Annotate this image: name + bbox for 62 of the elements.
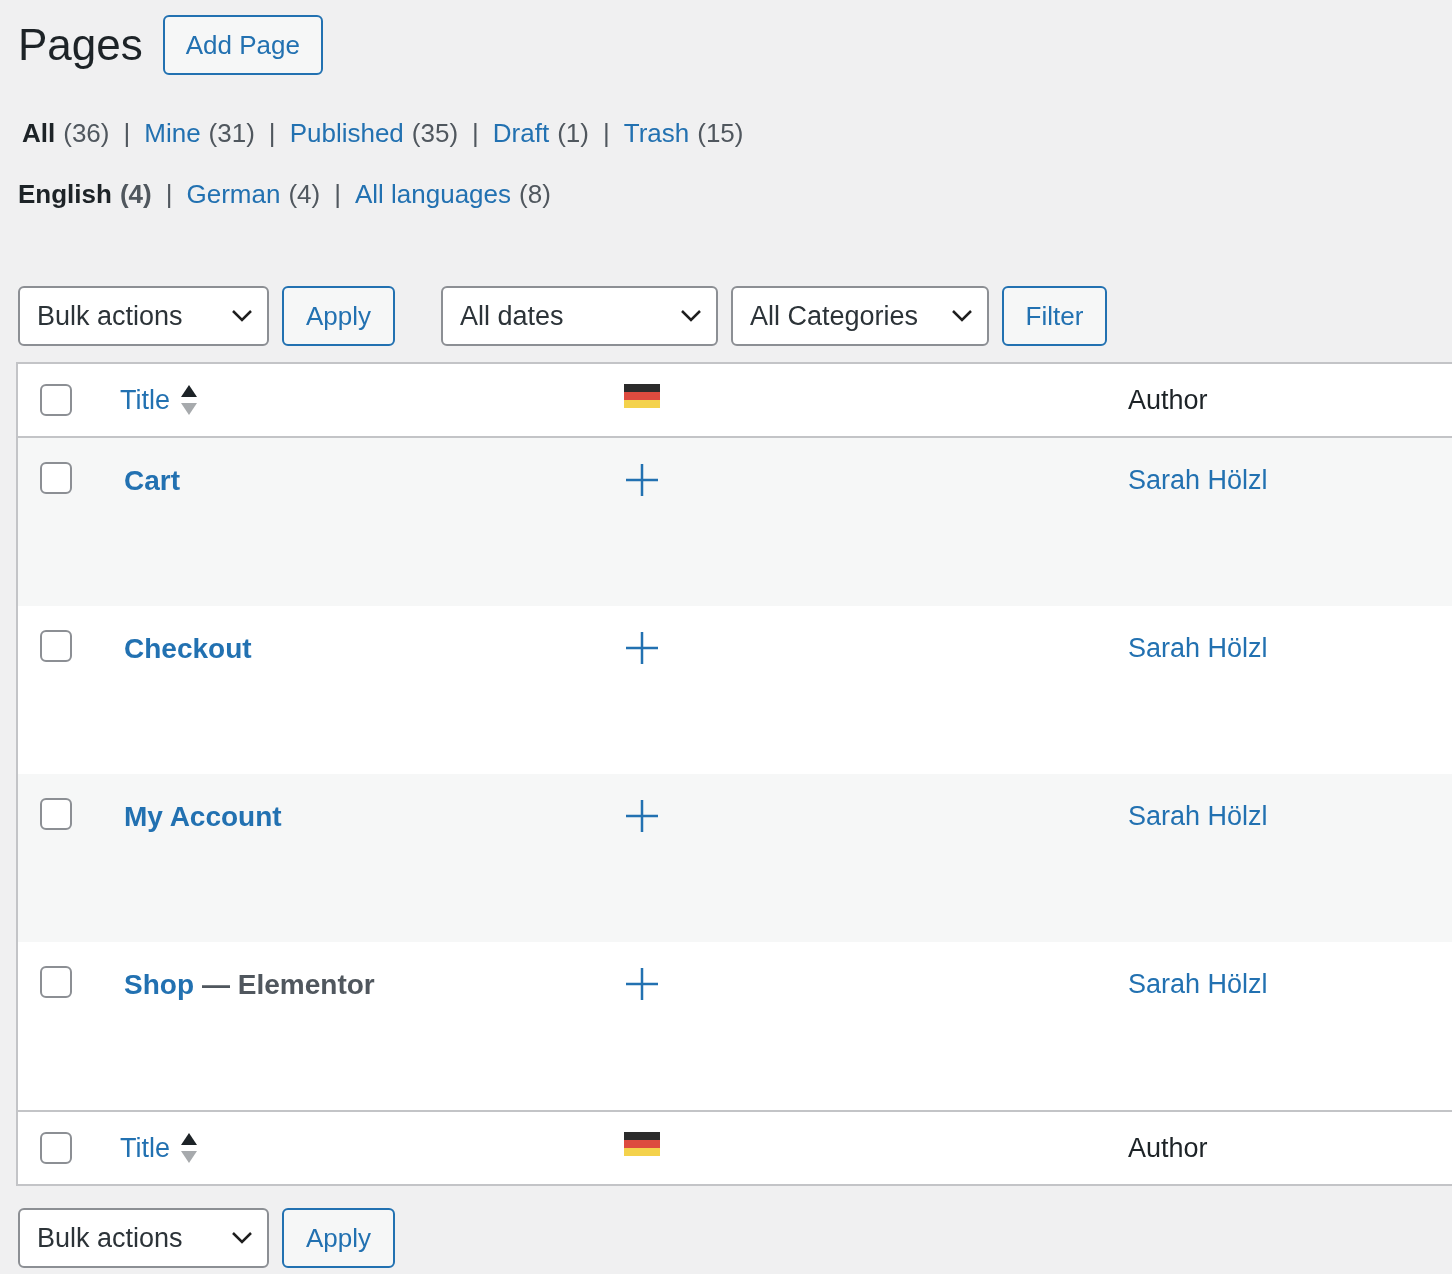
author-link[interactable]: Sarah Hölzl xyxy=(1128,628,1268,669)
filter-count: (35) xyxy=(411,117,459,150)
filter-link[interactable]: English xyxy=(18,175,112,214)
checkbox[interactable] xyxy=(40,462,72,494)
apply-button[interactable]: Apply xyxy=(282,286,395,346)
column-header-link[interactable]: Title xyxy=(120,379,170,421)
plus-icon[interactable] xyxy=(624,798,660,834)
filter-count: (31) xyxy=(208,117,255,150)
filter-count: (1) xyxy=(557,117,589,150)
filter-link[interactable]: Draft xyxy=(492,114,550,153)
dropdown-select[interactable]: Bulk actions xyxy=(18,1208,269,1268)
author-link[interactable]: Sarah Hölzl xyxy=(1128,964,1268,1005)
column-header: Author xyxy=(1128,1131,1208,1165)
sort-arrows-icon xyxy=(180,1133,198,1163)
column-header: Author xyxy=(1128,383,1208,417)
filter-count: (36) xyxy=(63,117,110,150)
plus-icon[interactable] xyxy=(624,966,660,1002)
author-link[interactable]: Sarah Hölzl xyxy=(1128,796,1268,837)
checkbox[interactable] xyxy=(40,966,72,998)
separator: | xyxy=(123,117,131,150)
filter-link[interactable]: All languages xyxy=(354,175,512,214)
page-title-link[interactable]: Shop xyxy=(124,964,194,1006)
page-title-link[interactable]: My Account xyxy=(124,796,282,838)
filter-button[interactable]: Filter xyxy=(1002,286,1107,346)
apply-button[interactable]: Apply xyxy=(282,1208,395,1268)
filter-link[interactable]: Mine xyxy=(144,114,201,153)
german-flag-icon xyxy=(624,1132,660,1156)
filter-link[interactable]: German xyxy=(186,175,281,214)
plus-icon[interactable] xyxy=(624,630,660,666)
sort-arrows-icon xyxy=(180,385,198,415)
german-flag-icon xyxy=(624,384,660,408)
filter-count: (4) xyxy=(119,178,152,211)
add-page-button[interactable]: Add Page xyxy=(162,15,323,75)
page-state: — Elementor xyxy=(202,968,375,1002)
checkbox[interactable] xyxy=(40,384,72,416)
chevron-down-icon xyxy=(951,309,973,323)
page-title-link[interactable]: Cart xyxy=(124,460,180,502)
separator: | xyxy=(165,178,173,211)
filter-count: (15) xyxy=(697,117,744,150)
filter-link[interactable]: Published xyxy=(289,114,404,153)
dropdown-select[interactable]: Bulk actions xyxy=(18,286,269,346)
checkbox[interactable] xyxy=(40,630,72,662)
filter-link[interactable]: Trash xyxy=(623,114,690,153)
dropdown-select[interactable]: All dates xyxy=(441,286,718,346)
checkbox[interactable] xyxy=(40,798,72,830)
filter-link[interactable]: All xyxy=(22,114,56,153)
checkbox[interactable] xyxy=(40,1132,72,1164)
chevron-down-icon xyxy=(231,1231,253,1245)
page-title-link[interactable]: Checkout xyxy=(124,628,252,670)
column-header-link[interactable]: Title xyxy=(120,1127,170,1169)
page-title: Pages xyxy=(18,19,143,71)
chevron-down-icon xyxy=(680,309,702,323)
separator: | xyxy=(472,117,479,150)
plus-icon[interactable] xyxy=(624,462,660,498)
author-link[interactable]: Sarah Hölzl xyxy=(1128,460,1268,501)
dropdown-select[interactable]: All Categories xyxy=(731,286,989,346)
filter-count: (8) xyxy=(519,178,551,211)
separator: | xyxy=(334,178,341,211)
filter-count: (4) xyxy=(288,178,321,211)
separator: | xyxy=(602,117,610,150)
chevron-down-icon xyxy=(231,309,253,323)
separator: | xyxy=(268,117,276,150)
